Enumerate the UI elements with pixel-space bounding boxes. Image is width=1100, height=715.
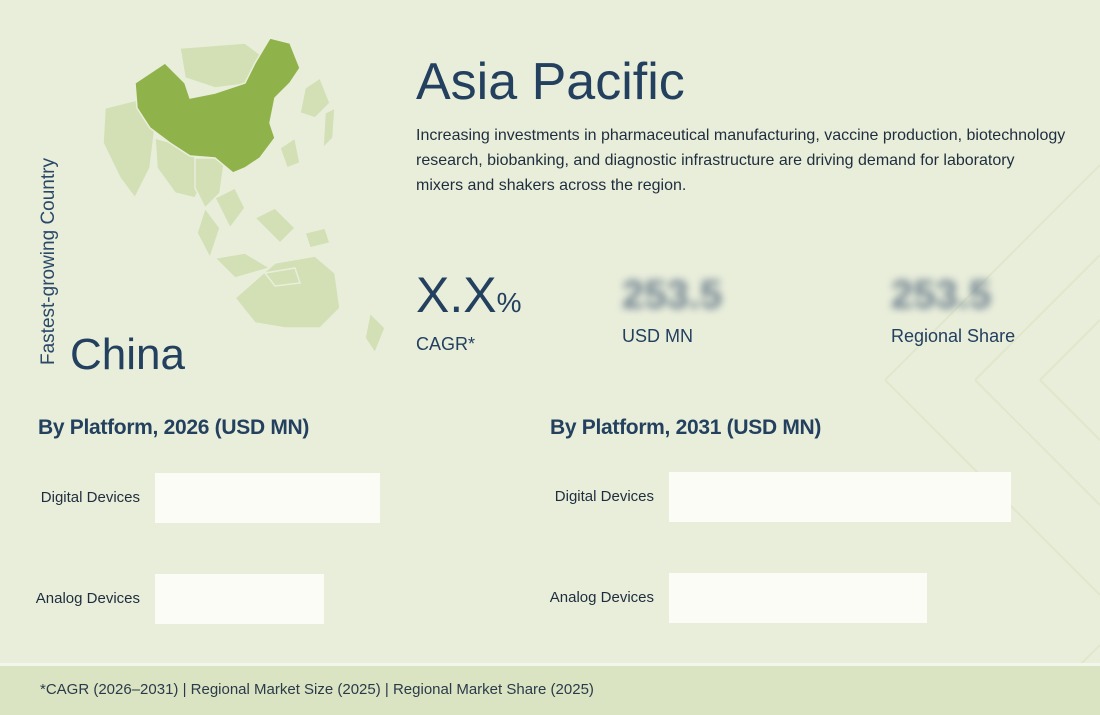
usd-value-blurred: 253.5	[622, 273, 723, 317]
share-label: Regional Share	[891, 326, 1016, 346]
chart-2026-title: By Platform, 2026 (USD MN)	[38, 416, 310, 439]
chart-2031-label-digital: Digital Devices	[554, 488, 654, 505]
cagr-label: CAGR*	[416, 334, 476, 354]
asia-pacific-map	[102, 37, 386, 355]
share-value-blurred: 253.5	[891, 273, 992, 317]
share-stat: 253.5 Regional Share	[891, 270, 1015, 347]
cagr-stat: X.X% CAGR*	[416, 270, 522, 355]
chart-2031-bar-analog	[669, 573, 927, 623]
fastest-growing-label: Fastest-growing Country	[38, 158, 59, 365]
chart-2026-label-analog: Analog Devices	[35, 590, 140, 607]
footer: *CAGR (2026–2031) | Regional Market Size…	[0, 663, 1100, 715]
region-title: Asia Pacific	[416, 53, 685, 111]
cagr-value: X.X%	[416, 267, 522, 323]
chart-2031-bar-digital	[669, 472, 1011, 522]
infographic: { "map": { "region": "Asia Pacific", "hi…	[0, 0, 1100, 715]
footer-note: *CAGR (2026–2031) | Regional Market Size…	[40, 681, 594, 698]
chart-2031-title: By Platform, 2031 (USD MN)	[550, 416, 822, 439]
chart-2026-label-digital: Digital Devices	[40, 489, 140, 506]
usd-stat: 253.5 USD MN	[622, 270, 722, 347]
chart-2031-label-analog: Analog Devices	[549, 589, 654, 606]
usd-label: USD MN	[622, 326, 693, 346]
chart-2026-bar-analog	[155, 574, 324, 624]
chart-2026-bar-digital	[155, 473, 380, 523]
region-description: Increasing investments in pharmaceutical…	[416, 127, 1066, 194]
country-name: China	[70, 330, 185, 379]
